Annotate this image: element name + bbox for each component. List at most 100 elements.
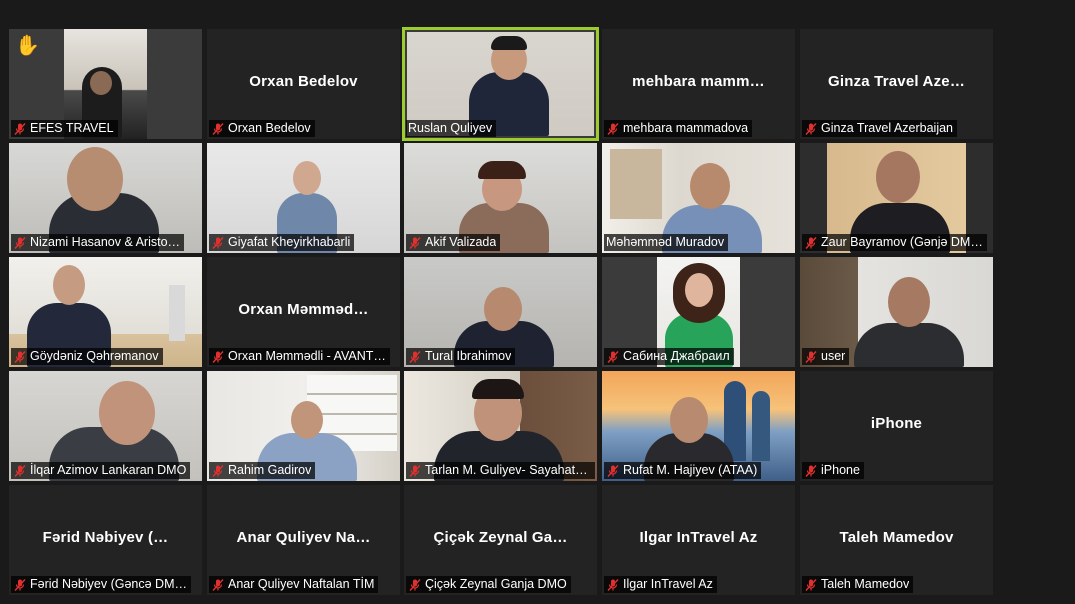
participant-tile-12[interactable]: Orxan Məmməd… Orxan Məmmədli - AVANT… (207, 257, 400, 367)
participant-tile-16[interactable]: İlqar Azimov Lankaran DMO (9, 371, 202, 481)
mic-muted-icon (212, 464, 224, 477)
participant-name-label: Fərid Nəbiyev (Gəncə DM… (11, 576, 191, 593)
raised-hand-icon: ✋ (15, 35, 40, 57)
participant-tile-2[interactable]: Orxan Bedelov Orxan Bedelov (207, 29, 400, 139)
mic-muted-icon (409, 464, 421, 477)
participant-name-label: Rufat M. Hajiyev (ATAA) (604, 462, 762, 479)
participant-name-label: Tarlan M. Guliyev- Sayahat … (406, 462, 595, 479)
bookshelf (610, 149, 662, 219)
participant-tile-3[interactable]: Ruslan Quliyev (402, 27, 599, 141)
mic-muted-icon (212, 578, 224, 591)
mic-muted-icon (805, 350, 817, 363)
person-hair (472, 379, 524, 399)
participant-tile-24[interactable]: Ilgar InTravel Az Ilgar InTravel Az (602, 485, 795, 595)
participant-name-label: user (802, 348, 850, 365)
participant-name-label: Orxan Məmmədli - AVANT… (209, 348, 390, 365)
participant-grid: ✋ EFES TRAVEL Orxan Bedelov Orxan Bedelo… (9, 27, 995, 599)
person-face (685, 273, 713, 307)
monitor (169, 285, 185, 341)
participant-tile-6[interactable]: Nizami Hasanov & Aristo… (9, 143, 202, 253)
flame-tower (752, 391, 770, 461)
person-face (876, 151, 920, 203)
mic-muted-icon (212, 350, 224, 363)
person-face (670, 397, 708, 443)
person-face (291, 401, 323, 439)
mic-muted-icon (607, 122, 619, 135)
participant-tile-11[interactable]: Göydəniz Qəhrəmanov (9, 257, 202, 367)
participant-tile-22[interactable]: Anar Quliyev Na… Anar Quliyev Naftalan T… (207, 485, 400, 595)
participant-display-name: mehbara mamm… (632, 73, 765, 90)
participant-tile-7[interactable]: Giyafat Kheyirkhabarli (207, 143, 400, 253)
participant-tile-20[interactable]: iPhone iPhone (800, 371, 993, 481)
mic-muted-icon (212, 122, 224, 135)
participant-name-label: Orxan Bedelov (209, 120, 315, 137)
participant-display-name: Taleh Mamedov (839, 529, 954, 546)
person-silhouette (854, 323, 964, 367)
participant-tile-14[interactable]: Сабина Джабраил (602, 257, 795, 367)
participant-display-name: Ginza Travel Aze… (827, 73, 966, 90)
participant-tile-25[interactable]: Taleh Mamedov Taleh Mamedov (800, 485, 993, 595)
mic-muted-icon (409, 236, 421, 249)
participant-display-name: iPhone (870, 415, 923, 432)
participant-tile-4[interactable]: mehbara mamm… mehbara mammadova (602, 29, 795, 139)
mic-muted-icon (805, 236, 817, 249)
participant-display-name: Ilgar InTravel Az (639, 529, 758, 546)
person-face (293, 161, 321, 195)
participant-tile-18[interactable]: Tarlan M. Guliyev- Sayahat … (404, 371, 597, 481)
mic-muted-icon (805, 464, 817, 477)
participant-display-name: Orxan Məmməd… (238, 301, 369, 318)
person-face (67, 147, 123, 211)
mic-muted-icon (607, 350, 619, 363)
participant-name-label: Anar Quliyev Naftalan TİM (209, 576, 379, 593)
participant-name-label: Ruslan Quliyev (406, 120, 497, 137)
participant-name-label: iPhone (802, 462, 864, 479)
participant-tile-9[interactable]: Məhəmməd Muradov (602, 143, 795, 253)
participant-tile-8[interactable]: Akif Valizada (404, 143, 597, 253)
mic-muted-icon (14, 350, 26, 363)
participant-display-name: Orxan Bedelov (249, 73, 358, 90)
participant-name-label: İlqar Azimov Lankaran DMO (11, 462, 191, 479)
person-face (99, 381, 155, 445)
participant-tile-1[interactable]: ✋ EFES TRAVEL (9, 29, 202, 139)
participant-display-name: Fərid Nəbiyev (… (42, 529, 169, 546)
participant-name-label: Göydəniz Qəhrəmanov (11, 348, 163, 365)
participant-name-label: Zaur Bayramov (Gənjə DM… (802, 234, 987, 251)
mic-muted-icon (14, 578, 26, 591)
person-face (90, 71, 112, 95)
mic-muted-icon (14, 464, 26, 477)
participant-name-label: Məhəmməd Muradov (604, 234, 729, 251)
participant-name-label: mehbara mammadova (604, 120, 753, 137)
participant-tile-15[interactable]: user (800, 257, 993, 367)
mic-muted-icon (607, 578, 619, 591)
mic-muted-icon (212, 236, 224, 249)
participant-name-label: Rahim Gadirov (209, 462, 316, 479)
mic-muted-icon (409, 578, 421, 591)
participant-display-name: Çiçək Zeynal Ga… (433, 529, 568, 546)
mic-muted-icon (805, 122, 817, 135)
participant-name-label: Taleh Mamedov (802, 576, 914, 593)
participant-tile-17[interactable]: Rahim Gadirov (207, 371, 400, 481)
participant-name-label: EFES TRAVEL (11, 120, 118, 137)
participant-name-label: Çiçək Zeynal Ganja DMO (406, 576, 571, 593)
participant-name-label: Nizami Hasanov & Aristo… (11, 234, 185, 251)
person-face (888, 277, 930, 327)
person-face (53, 265, 85, 305)
participant-name-label: Tural Ibrahimov (406, 348, 516, 365)
person-hair (478, 161, 526, 179)
mic-muted-icon (607, 464, 619, 477)
person-face (484, 287, 522, 331)
participant-tile-21[interactable]: Fərid Nəbiyev (… Fərid Nəbiyev (Gəncə DM… (9, 485, 202, 595)
mic-muted-icon (805, 578, 817, 591)
participant-tile-13[interactable]: Tural Ibrahimov (404, 257, 597, 367)
participant-name-label: Akif Valizada (406, 234, 501, 251)
participant-name-label: Ginza Travel Azerbaijan (802, 120, 958, 137)
participant-tile-5[interactable]: Ginza Travel Aze… Ginza Travel Azerbaija… (800, 29, 993, 139)
participant-name-label: Giyafat Kheyirkhabarli (209, 234, 355, 251)
participant-tile-10[interactable]: Zaur Bayramov (Gənjə DM… (800, 143, 993, 253)
participant-name-label: Ilgar InTravel Az (604, 576, 717, 593)
person-hair (491, 36, 527, 50)
person-face (690, 163, 730, 209)
participant-tile-23[interactable]: Çiçək Zeynal Ga… Çiçək Zeynal Ganja DMO (404, 485, 597, 595)
mic-muted-icon (409, 350, 421, 363)
participant-tile-19[interactable]: Rufat M. Hajiyev (ATAA) (602, 371, 795, 481)
